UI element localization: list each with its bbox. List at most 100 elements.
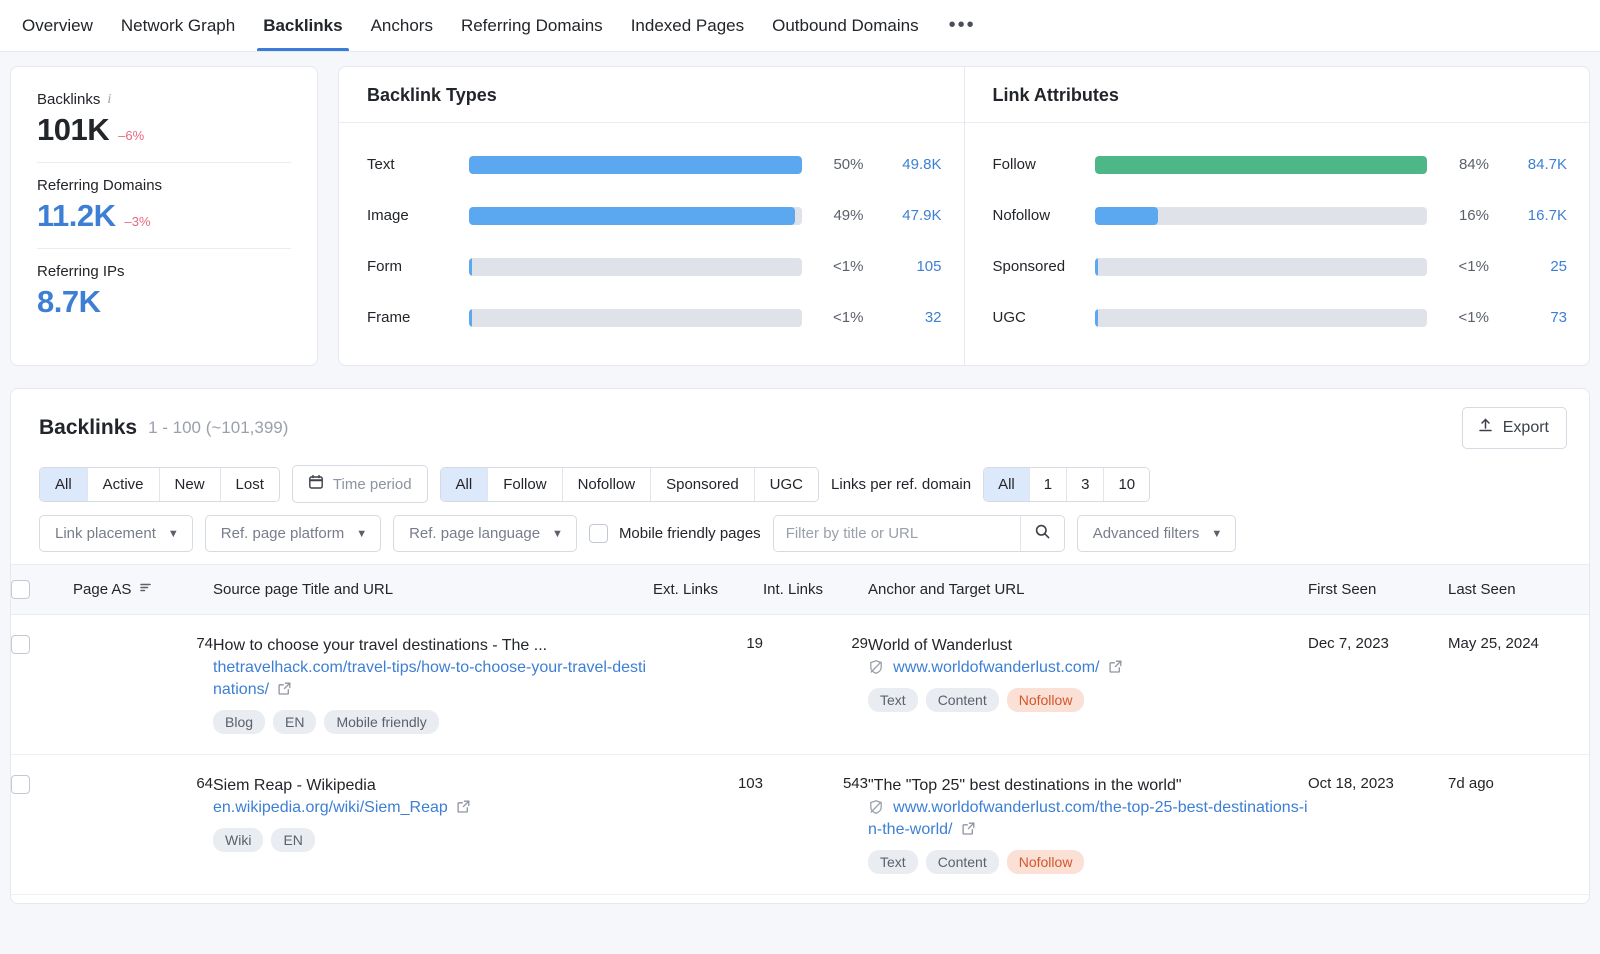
bar-count[interactable]: 105	[868, 258, 941, 275]
backlinks-header: Backlinks 1 - 100 (~101,399) Export	[11, 389, 1589, 463]
search-button[interactable]	[1019, 516, 1064, 551]
links-per-domain-1[interactable]: 1	[1029, 467, 1068, 501]
bar-label: Follow	[992, 156, 1036, 173]
external-link-icon[interactable]	[961, 821, 976, 840]
external-link-icon[interactable]	[1108, 659, 1123, 678]
status-filter-active[interactable]: Active	[87, 467, 160, 501]
stat-name: Referring IPs	[37, 263, 125, 280]
tab-referring-domains[interactable]: Referring Domains	[447, 0, 617, 51]
column-header-first-seen[interactable]: First Seen	[1308, 564, 1448, 615]
status-filter-lost[interactable]: Lost	[220, 467, 279, 501]
column-label: Last Seen	[1448, 581, 1516, 598]
tab-label: Backlinks	[263, 15, 343, 35]
status-filter-group: All Active New Lost	[39, 466, 280, 502]
bar-count[interactable]: 16.7K	[1493, 207, 1567, 224]
stat-label: Backlinks i	[37, 91, 291, 108]
stat-value[interactable]: 11.2K	[37, 198, 116, 234]
bar-count[interactable]: 32	[868, 309, 942, 326]
bar-track	[469, 257, 802, 276]
external-link-icon[interactable]	[456, 799, 471, 818]
select-all-checkbox[interactable]	[11, 580, 30, 599]
tab-outbound-domains[interactable]: Outbound Domains	[758, 0, 932, 51]
bar-percent: 49%	[833, 207, 864, 224]
info-icon[interactable]: i	[107, 92, 111, 108]
bar-percent: 16%	[1458, 207, 1489, 224]
bar-count[interactable]: 73	[1493, 309, 1567, 326]
advanced-filters-label: Advanced filters	[1092, 525, 1200, 542]
bar-count[interactable]: 47.9K	[868, 207, 941, 224]
source-tag: Mobile friendly	[324, 710, 439, 735]
anchor-text: World of Wanderlust	[868, 637, 1013, 654]
links-per-domain-all[interactable]: All	[984, 467, 1030, 501]
links-per-domain-3[interactable]: 3	[1067, 467, 1105, 501]
more-tabs-icon[interactable]: •••	[933, 0, 992, 51]
tab-label: Network Graph	[120, 15, 236, 35]
row-checkbox[interactable]	[11, 775, 30, 795]
table-row: 74 How to choose your travel destination…	[11, 614, 1589, 756]
ref-page-platform-dropdown[interactable]: Ref. page platform ▼	[204, 515, 382, 552]
tab-label: Outbound Domains	[772, 15, 919, 35]
column-header-ext-links[interactable]: Ext. Links	[653, 564, 763, 615]
source-page-url-wrapper: thetravelhack.com/travel-tips/how-to-cho…	[213, 657, 653, 701]
row-checkbox[interactable]	[11, 635, 30, 654]
links-per-domain-label: Links per ref. domain	[831, 475, 972, 493]
bar-count[interactable]: 49.8K	[868, 156, 941, 173]
column-label: Ext. Links	[653, 581, 719, 598]
link-attributes-title: Link Attributes	[964, 67, 1589, 123]
links-per-domain-10[interactable]: 10	[1104, 467, 1150, 501]
stat-referring-ips: Referring IPs 8.7K	[37, 248, 291, 334]
attribute-filter-sponsored[interactable]: Sponsored	[651, 467, 755, 501]
mobile-friendly-label: Mobile friendly pages	[618, 525, 761, 542]
column-label: First Seen	[1308, 581, 1377, 598]
status-filter-all[interactable]: All	[40, 467, 88, 501]
stat-value[interactable]: 8.7K	[37, 284, 101, 320]
bar-percent: <1%	[833, 258, 864, 275]
bar-track	[469, 206, 802, 225]
export-button[interactable]: Export	[1461, 407, 1567, 449]
select-all-header	[11, 564, 73, 615]
attribute-filter-ugc[interactable]: UGC	[754, 467, 819, 501]
tab-network-graph[interactable]: Network Graph	[107, 0, 249, 51]
source-page-url-wrapper: en.wikipedia.org/wiki/Siem_Reap	[213, 797, 653, 819]
bar-row: Image 49% 47.9K	[367, 190, 942, 241]
source-page-url[interactable]: en.wikipedia.org/wiki/Siem_Reap	[213, 799, 448, 816]
column-header-source-page[interactable]: Source page Title and URL	[213, 564, 653, 615]
attribute-filter-all[interactable]: All	[440, 467, 489, 501]
attribute-filter-nofollow[interactable]: Nofollow	[562, 467, 652, 501]
status-filter-new[interactable]: New	[159, 467, 221, 501]
bar-percent: 84%	[1458, 156, 1489, 173]
ref-page-language-dropdown[interactable]: Ref. page language ▼	[393, 515, 577, 552]
attribute-filter-follow[interactable]: Follow	[488, 467, 563, 501]
tab-anchors[interactable]: Anchors	[357, 0, 447, 51]
bar-count[interactable]: 84.7K	[1493, 156, 1567, 173]
bar-track	[1094, 155, 1427, 174]
time-period-button[interactable]: Time period	[291, 465, 428, 503]
source-tag: EN	[273, 710, 317, 735]
tab-label: Indexed Pages	[630, 15, 745, 35]
link-placement-dropdown[interactable]: Link placement ▼	[39, 515, 193, 552]
int-links-cell: 29	[763, 614, 868, 756]
bar-count[interactable]: 25	[1493, 258, 1567, 275]
target-url[interactable]: www.worldofwanderlust.com/	[893, 659, 1099, 676]
column-header-int-links[interactable]: Int. Links	[763, 564, 868, 615]
anchor-text: "The "Top 25" best destinations in the w…	[868, 777, 1182, 795]
bar-label: UGC	[992, 309, 1026, 326]
bar-row: UGC <1% 73	[992, 292, 1567, 343]
column-header-page-as[interactable]: Page AS	[73, 564, 213, 615]
tab-indexed-pages[interactable]: Indexed Pages	[617, 0, 758, 51]
bar-row: Text 50% 49.8K	[367, 139, 942, 190]
tab-overview[interactable]: Overview	[8, 0, 107, 51]
stat-name: Backlinks	[37, 91, 101, 108]
tab-label: Anchors	[370, 15, 433, 35]
column-header-last-seen[interactable]: Last Seen	[1448, 564, 1589, 615]
search-input[interactable]	[773, 516, 1020, 551]
column-header-anchor-target[interactable]: Anchor and Target URL	[868, 564, 1308, 615]
external-link-icon[interactable]	[277, 681, 292, 700]
target-url[interactable]: www.worldofwanderlust.com/the-top-25-bes…	[868, 799, 1308, 838]
bar-fill	[1094, 206, 1158, 225]
advanced-filters-dropdown[interactable]: Advanced filters ▼	[1076, 515, 1237, 552]
mobile-friendly-checkbox[interactable]: Mobile friendly pages	[588, 524, 761, 543]
first-seen-cell: Dec 7, 2023	[1308, 614, 1448, 756]
bar-label: Text	[367, 156, 395, 173]
tab-backlinks[interactable]: Backlinks	[249, 0, 356, 51]
